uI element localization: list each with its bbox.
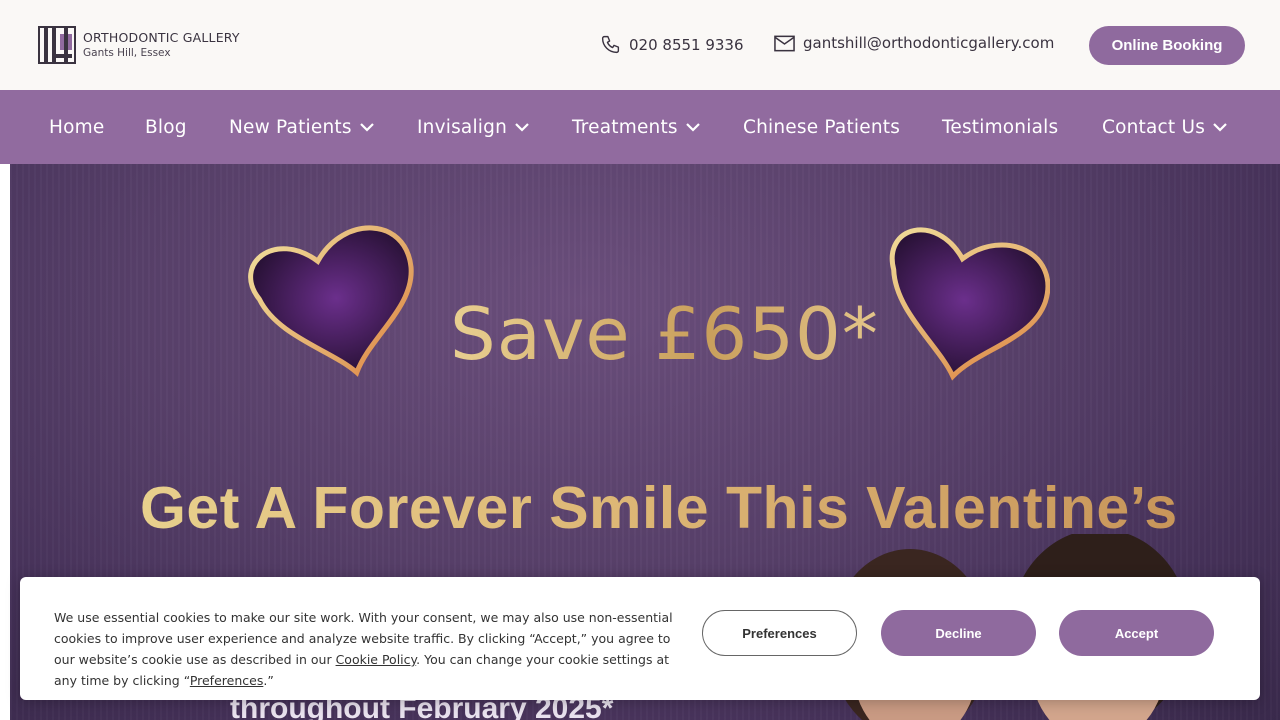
phone-number: 020 8551 9336	[629, 35, 744, 54]
cookie-policy-link[interactable]: Cookie Policy	[336, 652, 417, 667]
hero-left-edge	[0, 164, 10, 720]
main-nav: Home Blog New Patients Invisalign Treatm…	[0, 90, 1280, 164]
heart-right-icon	[889, 227, 1050, 381]
nav-item-blog[interactable]: Blog	[145, 90, 187, 164]
brand-name: ORTHODONTIC GALLERY	[83, 29, 240, 45]
phone-icon	[601, 35, 620, 54]
chevron-down-icon	[686, 123, 700, 132]
brand-location: Gants Hill, Essex	[83, 46, 171, 59]
nav-label: Contact Us	[1102, 116, 1206, 138]
phone-link[interactable]: 020 8551 9336	[600, 34, 744, 55]
cookie-accept-button[interactable]: Accept	[1059, 610, 1214, 656]
hero-offer-text: Save £650*	[450, 292, 879, 376]
mail-icon	[774, 35, 795, 51]
nav-item-contact-us[interactable]: Contact Us	[1102, 90, 1228, 164]
nav-item-invisalign[interactable]: Invisalign	[417, 90, 530, 164]
email-address: gantshill@orthodonticgallery.com	[803, 34, 1055, 52]
chevron-down-icon	[1213, 123, 1227, 132]
logo-icon	[38, 26, 76, 64]
nav-label: Home	[49, 116, 105, 138]
nav-label: Testimonials	[942, 116, 1059, 138]
heart-left-icon	[248, 225, 414, 377]
cookie-text-3: .”	[263, 673, 274, 688]
nav-label: Treatments	[572, 116, 678, 138]
online-booking-button[interactable]: Online Booking	[1089, 26, 1245, 65]
top-header: ORTHODONTIC GALLERY Gants Hill, Essex 02…	[0, 0, 1280, 90]
chevron-down-icon	[515, 123, 529, 132]
nav-label: Chinese Patients	[743, 116, 901, 138]
preferences-link[interactable]: Preferences	[190, 673, 264, 688]
brand-logo[interactable]: ORTHODONTIC GALLERY Gants Hill, Essex	[38, 26, 240, 64]
cookie-decline-button[interactable]: Decline	[881, 610, 1036, 656]
nav-item-testimonials[interactable]: Testimonials	[942, 90, 1058, 164]
nav-item-home[interactable]: Home	[49, 90, 104, 164]
chevron-down-icon	[359, 123, 374, 132]
nav-item-treatments[interactable]: Treatments	[572, 90, 701, 164]
email-link[interactable]: gantshill@orthodonticgallery.com	[774, 34, 1054, 52]
cookie-preferences-button[interactable]: Preferences	[702, 610, 857, 656]
cookie-banner: We use essential cookies to make our sit…	[20, 577, 1260, 700]
hero-headline: Get A Forever Smile This Valentine’s	[140, 475, 1178, 541]
nav-label: Blog	[145, 116, 187, 138]
nav-label: New Patients	[229, 116, 352, 138]
cookie-message: We use essential cookies to make our sit…	[54, 607, 684, 691]
nav-item-chinese-patients[interactable]: Chinese Patients	[743, 90, 900, 164]
nav-label: Invisalign	[417, 116, 507, 138]
nav-item-new-patients[interactable]: New Patients	[229, 90, 375, 164]
